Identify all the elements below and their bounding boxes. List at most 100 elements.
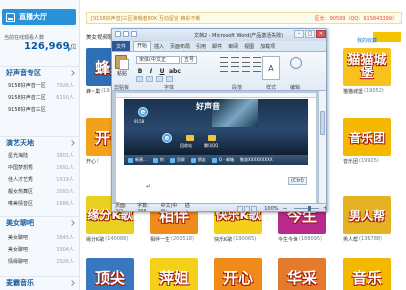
word-app-icon (115, 31, 121, 37)
room-item[interactable]: 唯美情音区 1686人 (8, 200, 74, 209)
font-size-select[interactable]: 五号 (181, 56, 197, 64)
tab-insert[interactable]: 插入 (151, 43, 167, 50)
undo-icon[interactable] (131, 31, 137, 37)
room-caption: 猫猫城堡 (19052) (343, 88, 384, 95)
tab-home[interactable]: 开始 (133, 41, 152, 51)
room-item[interactable]: 9158好声音一区 7926人 (8, 82, 74, 91)
bold-button[interactable]: B (136, 68, 144, 75)
tab-layout[interactable]: 页面布局 (167, 43, 193, 50)
room-item[interactable]: 情缘聊吧 2926人 (8, 258, 74, 267)
room-card[interactable]: 猫猫城堡 猫猫城堡 (19052) (343, 48, 391, 95)
close-button[interactable]: ✕ (316, 30, 326, 38)
room-card[interactable]: 华采 (278, 258, 326, 290)
file-tab[interactable]: 文件 (112, 41, 130, 51)
sidebar: 直播大厅 当前在线观看人数 126,969位 好声音专区 9158好声音一区 79… (0, 0, 80, 290)
section-header-music[interactable]: 麦霸音乐 (0, 276, 80, 288)
grow-font-icon[interactable] (156, 76, 163, 82)
document-area[interactable]: 好声音 e 9158 e 回收站 腾讯QQ 新建... 的 回收 朋友 Q - … (112, 91, 326, 203)
section-header-voice[interactable]: 好声音专区 (0, 66, 80, 78)
insert-mode[interactable]: 插入 (185, 202, 194, 212)
word-title-bar[interactable]: 文档2 - Microsoft Word(产品激活失败) – □ ✕ (112, 29, 326, 41)
room-item[interactable]: 佳人才艺秀 1919人 (8, 176, 74, 185)
room-thumbnail: 华采 (278, 258, 326, 290)
online-label: 当前在线观看人数 (4, 35, 45, 41)
tab-mailings[interactable]: 邮件 (209, 43, 225, 50)
room-card[interactable]: 男人帮 男人帮 (136788) (343, 196, 391, 243)
ribbon: 粘贴 剪贴板 宋体(中文正 五号 B I U abc 字体 段落 A 样式 编辑 (112, 51, 326, 91)
room-card[interactable]: 萍姐 (150, 258, 198, 290)
editing-button[interactable] (288, 56, 304, 80)
room-item[interactable]: 美女聊吧 3845人 (8, 234, 74, 243)
zoom-out-button[interactable]: − (283, 205, 288, 211)
font-color-icon[interactable] (146, 76, 153, 82)
section-header-chat[interactable]: 美女聊吧 (0, 216, 80, 228)
room-item[interactable]: 9158好声音二区 6150人 (8, 94, 74, 103)
tab-review[interactable]: 审阅 (225, 43, 241, 50)
room-item[interactable]: 靓女热舞区 2093人 (8, 188, 74, 197)
zoom-slider[interactable] (293, 206, 319, 211)
lobby-button[interactable]: 直播大厅 (2, 9, 76, 25)
scrollbar-thumb[interactable] (320, 111, 325, 135)
tab-view[interactable]: 视图 (241, 43, 257, 50)
maximize-button[interactable]: □ (305, 30, 315, 38)
room-card[interactable]: 顶尖 (86, 258, 134, 290)
zoom-in-button[interactable]: + (323, 205, 326, 211)
notice-contact: 区长：90599（QQ：915843399） (314, 15, 397, 22)
taskbar-item: 新建... (128, 157, 147, 163)
room-card[interactable]: 开心 (214, 258, 262, 290)
paste-button[interactable]: 粘贴 (115, 55, 129, 77)
shrink-font-icon[interactable] (166, 76, 173, 82)
chevron-down-icon (69, 219, 75, 226)
ie-icon: e (138, 107, 148, 117)
word-count[interactable]: 字数: 296 (137, 202, 156, 211)
page-count[interactable]: 页面: 2/2 (115, 202, 133, 211)
room-card[interactable]: 音乐团 音乐团 (19925) (343, 118, 391, 165)
line-spacing-icon[interactable] (253, 66, 261, 72)
bullets-icon[interactable] (220, 66, 228, 72)
indent-icon[interactable] (242, 66, 250, 72)
strikethrough-button[interactable]: abc (169, 68, 181, 75)
tab-references[interactable]: 引用 (193, 43, 209, 50)
document-page[interactable]: 好声音 e 9158 e 回收站 腾讯QQ 新建... 的 回收 朋友 Q - … (116, 93, 316, 203)
paragraph-buttons (220, 57, 261, 72)
section-header-performance[interactable]: 演艺天地 (0, 136, 80, 148)
font-name-select[interactable]: 宋体(中文正 (136, 56, 180, 64)
room-item[interactable]: 美女聊吧 3904人 (8, 246, 74, 255)
app-icon (169, 157, 175, 163)
numbering-icon[interactable] (231, 66, 239, 72)
format-buttons: B I U abc (136, 68, 181, 75)
align-left-icon[interactable] (220, 57, 228, 63)
paste-options-button[interactable]: (Ctrl) (288, 177, 307, 185)
room-thumbnail: 萍姐 (150, 258, 198, 290)
minimize-button[interactable]: – (294, 30, 304, 38)
room-item[interactable]: 9158好声音三区 (8, 106, 74, 115)
italic-button[interactable]: I (147, 68, 155, 75)
full-screen-icon[interactable] (244, 205, 251, 211)
pasted-screenshot[interactable]: 好声音 e 9158 e 回收站 腾讯QQ (124, 99, 308, 155)
align-right-icon[interactable] (242, 57, 250, 63)
room-card[interactable]: 音乐 (343, 258, 391, 290)
styles-gallery[interactable]: A (262, 56, 280, 80)
align-center-icon[interactable] (231, 57, 239, 63)
language-status[interactable]: 中文(中国) (160, 202, 180, 212)
tab-addins[interactable]: 加载项 (257, 43, 278, 50)
favorites-link[interactable]: 我的收藏 (357, 37, 377, 44)
word-window[interactable]: 文档2 - Microsoft Word(产品激活失败) – □ ✕ 文件 开始… (111, 28, 327, 212)
print-layout-icon[interactable] (237, 205, 244, 211)
ie-icon: e (162, 133, 172, 143)
save-icon[interactable] (123, 31, 129, 37)
vertical-scrollbar[interactable] (318, 91, 326, 203)
taskbar-item: 回收 (169, 157, 185, 163)
web-layout-icon[interactable] (251, 205, 258, 211)
zoom-level[interactable]: 100% (264, 206, 278, 212)
screenshot-brand: 好声音 (196, 102, 220, 111)
highlight-icon[interactable] (136, 76, 143, 82)
underline-button[interactable]: U (158, 68, 166, 75)
room-item[interactable]: 星光海陆 3801人 (8, 152, 74, 161)
justify-icon[interactable] (253, 57, 261, 63)
room-thumbnail: 顶尖 (86, 258, 134, 290)
room-item[interactable]: 中国梦想秀 1691人 (8, 164, 74, 173)
quick-access-toolbar[interactable] (115, 31, 137, 37)
app-icon (152, 157, 158, 163)
styles-group-label: 样式 (266, 85, 277, 91)
